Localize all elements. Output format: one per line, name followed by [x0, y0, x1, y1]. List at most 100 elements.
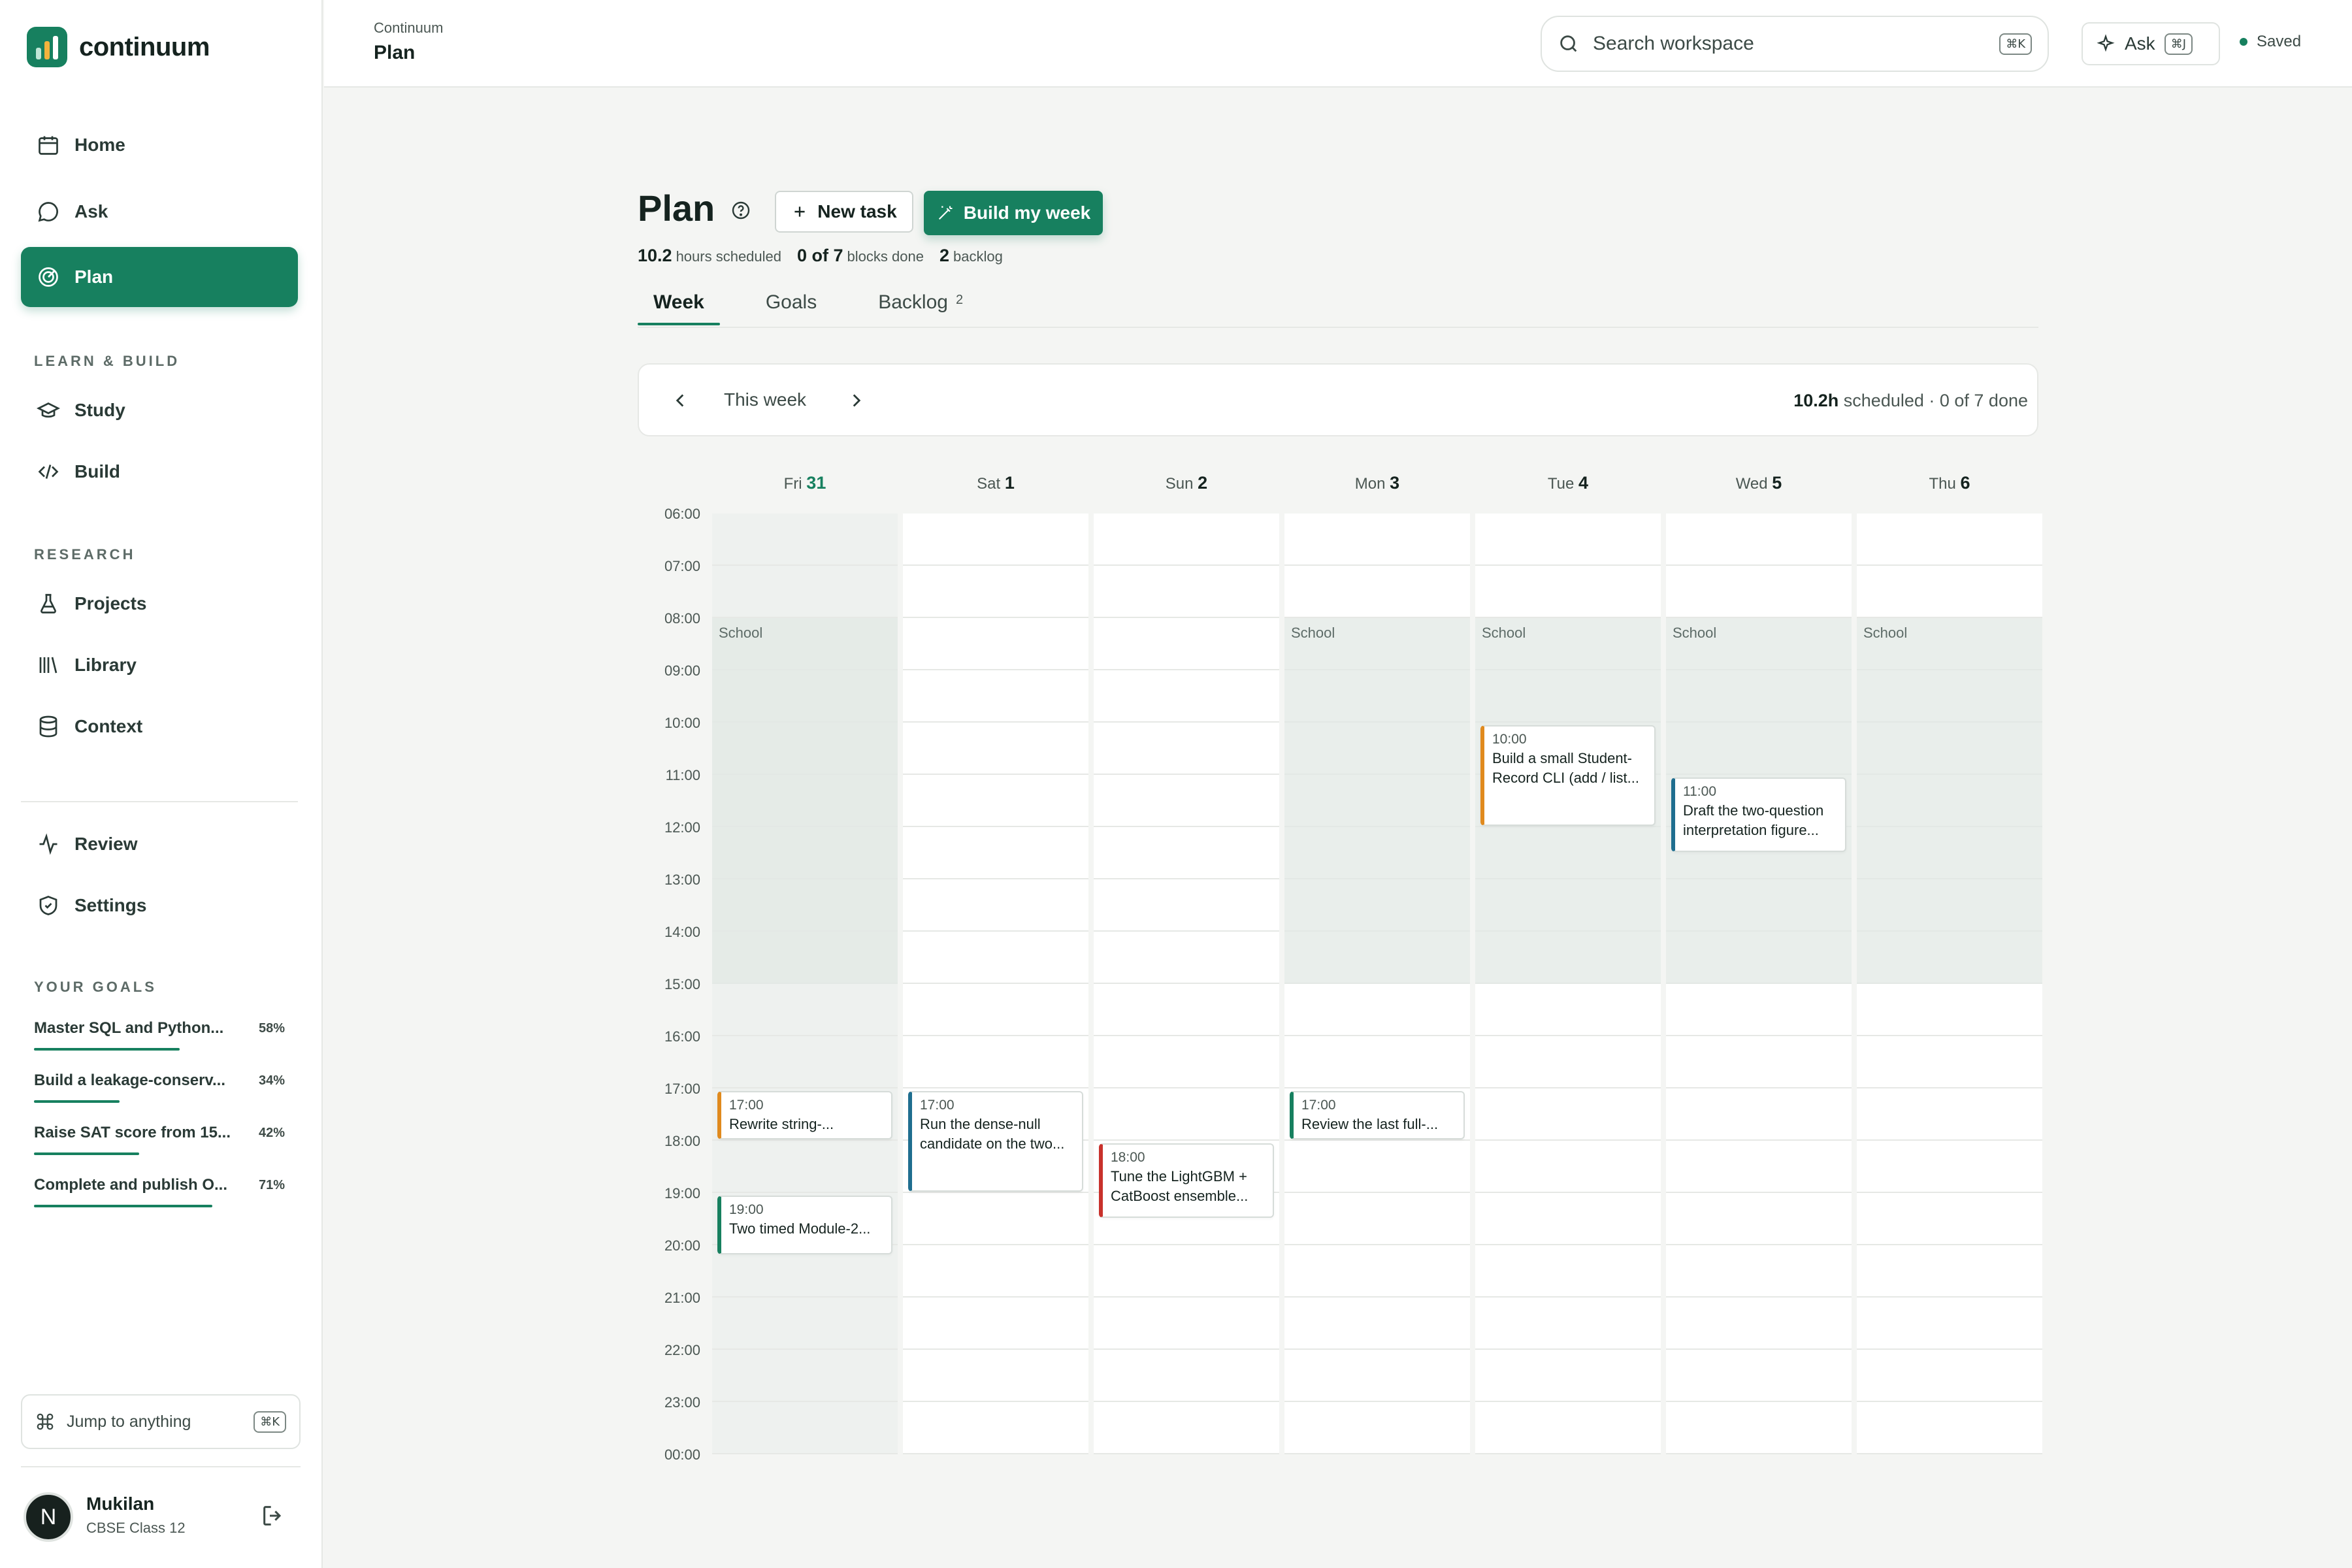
nav-label: Plan [74, 267, 114, 287]
calendar-event[interactable]: 18:00 Tune the LightGBM + CatBoost ensemb… [1099, 1143, 1274, 1218]
code-icon [38, 465, 59, 479]
help-icon[interactable] [730, 200, 751, 221]
day-column[interactable]: School 17:00 Review the last full-... [1284, 514, 1470, 1454]
sidebar-divider [21, 801, 298, 802]
tab-week[interactable]: Week [638, 287, 720, 325]
goal-name: Master SQL and Python... [34, 1019, 224, 1037]
page-header-title: Plan [374, 42, 416, 63]
day-header[interactable]: Thu 6 [1858, 473, 2041, 493]
search-placeholder: Search workspace [1593, 33, 1754, 54]
nav-label: Context [74, 716, 143, 736]
event-time: 19:00 [729, 1202, 764, 1217]
calendar-event[interactable]: 10:00 Build a small Student-Record CLI (a… [1480, 725, 1656, 826]
stat-backlog: 2 backlog [939, 246, 1003, 265]
time-label: 23:00 [664, 1394, 700, 1411]
day-column[interactable]: School 11:00 Draft the two-question interp… [1666, 514, 1852, 1454]
search-input[interactable]: Search workspace ⌘K [1541, 16, 2049, 72]
day-header[interactable]: Mon 3 [1286, 473, 1469, 493]
time-label: 12:00 [664, 819, 700, 836]
day-header[interactable]: Fri 31 [713, 473, 896, 493]
nav-item-settings[interactable]: Settings [21, 875, 298, 936]
goal-percent: 42% [258, 1125, 285, 1140]
ask-button[interactable]: Ask ⌘J [2082, 22, 2220, 65]
tab-goals[interactable]: Goals [750, 287, 832, 325]
event-time: 11:00 [1683, 784, 1716, 799]
calendar-event[interactable]: 19:00 Two timed Module-2... [717, 1196, 892, 1254]
week-label: This week [724, 389, 807, 410]
day-header[interactable]: Sat 1 [904, 473, 1087, 493]
section-label-learn: LEARN & BUILD [34, 353, 180, 369]
nav-item-context[interactable]: Context [21, 696, 298, 757]
day-header[interactable]: Sun 2 [1095, 473, 1278, 493]
nav-item-home[interactable]: Home [21, 115, 298, 175]
goal-item[interactable]: Complete and publish O... 71% [34, 1176, 285, 1207]
target-icon [39, 267, 58, 287]
event-title: Tune the LightGBM + CatBoost ensemble... [1111, 1168, 1249, 1204]
event-time: 17:00 [729, 1098, 764, 1113]
logout-icon[interactable] [260, 1503, 286, 1529]
day-column[interactable]: School [1857, 514, 2042, 1454]
time-label: 09:00 [664, 662, 700, 679]
goal-item[interactable]: Master SQL and Python... 58% [34, 1019, 285, 1051]
stat-hours: 10.2 hours scheduled [638, 246, 782, 265]
event-title: Run the dense-null candidate on the two.… [920, 1116, 1065, 1152]
nav-item-review[interactable]: Review [21, 814, 298, 874]
time-label: 22:00 [664, 1342, 700, 1358]
event-time: 17:00 [920, 1098, 955, 1113]
sparkle-icon [2097, 34, 2115, 52]
nav-item-projects[interactable]: Projects [21, 574, 298, 634]
time-label: 00:00 [664, 1446, 700, 1463]
day-column[interactable]: School 10:00 Build a small Student-Record … [1475, 514, 1661, 1454]
time-label: 08:00 [664, 610, 700, 627]
school-label: School [1482, 625, 1526, 641]
chat-bubble-icon [38, 202, 58, 222]
nav-item-ask[interactable]: Ask [21, 182, 298, 242]
school-label: School [1863, 625, 1908, 641]
command-icon [37, 1413, 54, 1430]
time-label: 19:00 [664, 1185, 700, 1201]
new-task-button[interactable]: New task [775, 191, 913, 233]
calendar-event[interactable]: 17:00 Rewrite string-... [717, 1091, 892, 1139]
time-label: 06:00 [664, 506, 700, 522]
school-label: School [719, 625, 763, 641]
calendar-event[interactable]: 11:00 Draft the two-question interpretati… [1671, 777, 1846, 852]
time-label: 20:00 [664, 1237, 700, 1254]
event-title: Rewrite string-... [729, 1116, 834, 1132]
nav-item-study[interactable]: Study [21, 380, 298, 440]
search-shortcut: ⌘K [1999, 33, 2032, 55]
school-block: School [712, 618, 898, 984]
day-column[interactable]: School 17:00 Rewrite string-... 19:00 Two ti… [712, 514, 898, 1454]
nav-item-library[interactable]: Library [21, 635, 298, 695]
build-my-week-button[interactable]: Build my week [924, 191, 1103, 235]
day-header[interactable]: Tue 4 [1477, 473, 1659, 493]
goal-percent: 58% [258, 1021, 285, 1036]
plus-icon [794, 206, 805, 217]
nav-item-plan[interactable]: Plan [21, 247, 298, 307]
user-divider [21, 1466, 301, 1467]
school-block: School [1284, 618, 1470, 984]
brand-name: continuum [79, 32, 210, 61]
calendar-event[interactable]: 17:00 Review the last full-... [1290, 1091, 1465, 1139]
day-header[interactable]: Wed 5 [1667, 473, 1850, 493]
event-time: 10:00 [1492, 732, 1527, 747]
nav-label: Ask [74, 201, 108, 221]
tab-backlog[interactable]: Backlog 2 [862, 287, 979, 325]
avatar[interactable]: N [24, 1492, 73, 1542]
chevron-right-icon[interactable] [845, 389, 868, 412]
breadcrumb[interactable]: Continuum [374, 20, 443, 37]
status-dot [2240, 38, 2247, 46]
stat-blocks: 0 of 7 blocks done [797, 246, 924, 265]
day-column[interactable]: 18:00 Tune the LightGBM + CatBoost ensemb… [1094, 514, 1279, 1454]
calendar-event[interactable]: 17:00 Run the dense-null candidate on the… [908, 1091, 1083, 1192]
jump-shortcut: ⌘K [253, 1411, 286, 1433]
goal-item[interactable]: Build a leakage-conserv... 34% [34, 1071, 285, 1103]
chevron-left-icon[interactable] [669, 389, 691, 412]
calendar-icon [39, 136, 58, 155]
brand[interactable]: continuum [27, 27, 210, 67]
jump-to-anything-button[interactable]: Jump to anything ⌘K [21, 1394, 301, 1449]
day-column[interactable]: 17:00 Run the dense-null candidate on the… [903, 514, 1088, 1454]
nav-item-build[interactable]: Build [21, 442, 298, 502]
activity-icon [39, 833, 57, 855]
goal-item[interactable]: Raise SAT score from 15... 42% [34, 1124, 285, 1155]
tabs-underline [638, 327, 2038, 328]
